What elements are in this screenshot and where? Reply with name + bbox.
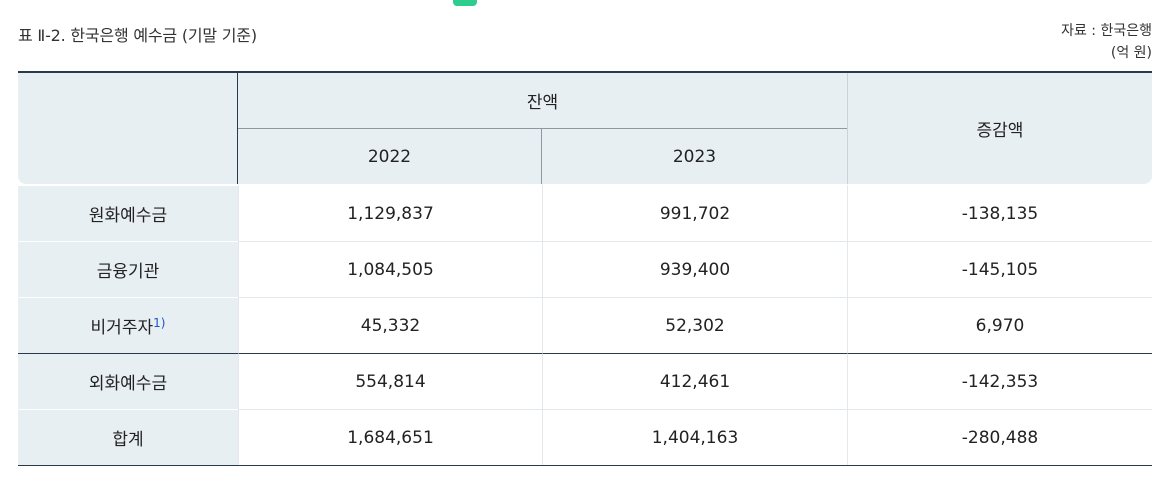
value-2023: 991,702 (542, 184, 847, 241)
header-change: 증감액 (847, 73, 1152, 184)
footnote-link[interactable]: 1) (153, 316, 165, 330)
value-2023: 939,400 (542, 241, 847, 297)
table-row: 원화예수금 1,129,837 991,702 -138,135 (18, 184, 1152, 241)
value-2022: 1,129,837 (238, 184, 542, 241)
value-2022: 1,684,651 (238, 409, 542, 465)
value-change: 6,970 (847, 297, 1152, 353)
row-label-text: 원화예수금 (88, 206, 168, 226)
value-2023: 52,302 (542, 297, 847, 353)
table-row: 금융기관 1,084,505 939,400 -145,105 (18, 241, 1152, 297)
row-label: 원화예수금 (18, 184, 238, 241)
row-label: 금융기관 (18, 241, 238, 297)
value-change: -142,353 (847, 353, 1152, 409)
header-year-2023: 2023 (542, 129, 847, 184)
value-2022: 1,084,505 (238, 241, 542, 297)
table-row: 합계 1,684,651 1,404,163 -280,488 (18, 409, 1152, 465)
value-2023: 412,461 (542, 353, 847, 409)
row-label-text: 비거주자 (90, 318, 154, 338)
table-caption: 표 Ⅱ-2. 한국은행 예수금 (기말 기준) (18, 26, 257, 45)
table-source-note: 자료 : 한국은행 (억 원) (1061, 20, 1152, 64)
row-label: 비거주자1) (18, 297, 238, 353)
row-label: 외화예수금 (18, 353, 238, 409)
value-2022: 45,332 (238, 297, 542, 353)
value-2022: 554,814 (238, 353, 542, 409)
row-label-text: 합계 (112, 430, 144, 450)
header-year-2022: 2022 (238, 129, 542, 184)
header-balance: 잔액 (238, 73, 847, 129)
row-label: 합계 (18, 409, 238, 465)
table-row: 외화예수금 554,814 412,461 -142,353 (18, 353, 1152, 409)
table-row: 비거주자1) 45,332 52,302 6,970 (18, 297, 1152, 353)
unit-label: (억 원) (1110, 45, 1152, 61)
page: 표 Ⅱ-2. 한국은행 예수금 (기말 기준) 자료 : 한국은행 (억 원) … (0, 0, 1174, 482)
row-label-text: 외화예수금 (88, 374, 168, 394)
deposit-table: 잔액 증감액 2022 2023 원화예수금 1,129,837 991,702… (18, 71, 1152, 466)
source-label: 자료 : 한국은행 (1061, 23, 1152, 39)
value-change: -280,488 (847, 409, 1152, 465)
value-2023: 1,404,163 (542, 409, 847, 465)
value-change: -145,105 (847, 241, 1152, 297)
row-label-text: 금융기관 (96, 262, 160, 282)
value-change: -138,135 (847, 184, 1152, 241)
header-corner-cell (18, 73, 238, 184)
deposit-table-container: 잔액 증감액 2022 2023 원화예수금 1,129,837 991,702… (18, 71, 1152, 466)
active-tab-indicator (453, 0, 477, 6)
header-row-1: 잔액 증감액 (18, 73, 1152, 184)
